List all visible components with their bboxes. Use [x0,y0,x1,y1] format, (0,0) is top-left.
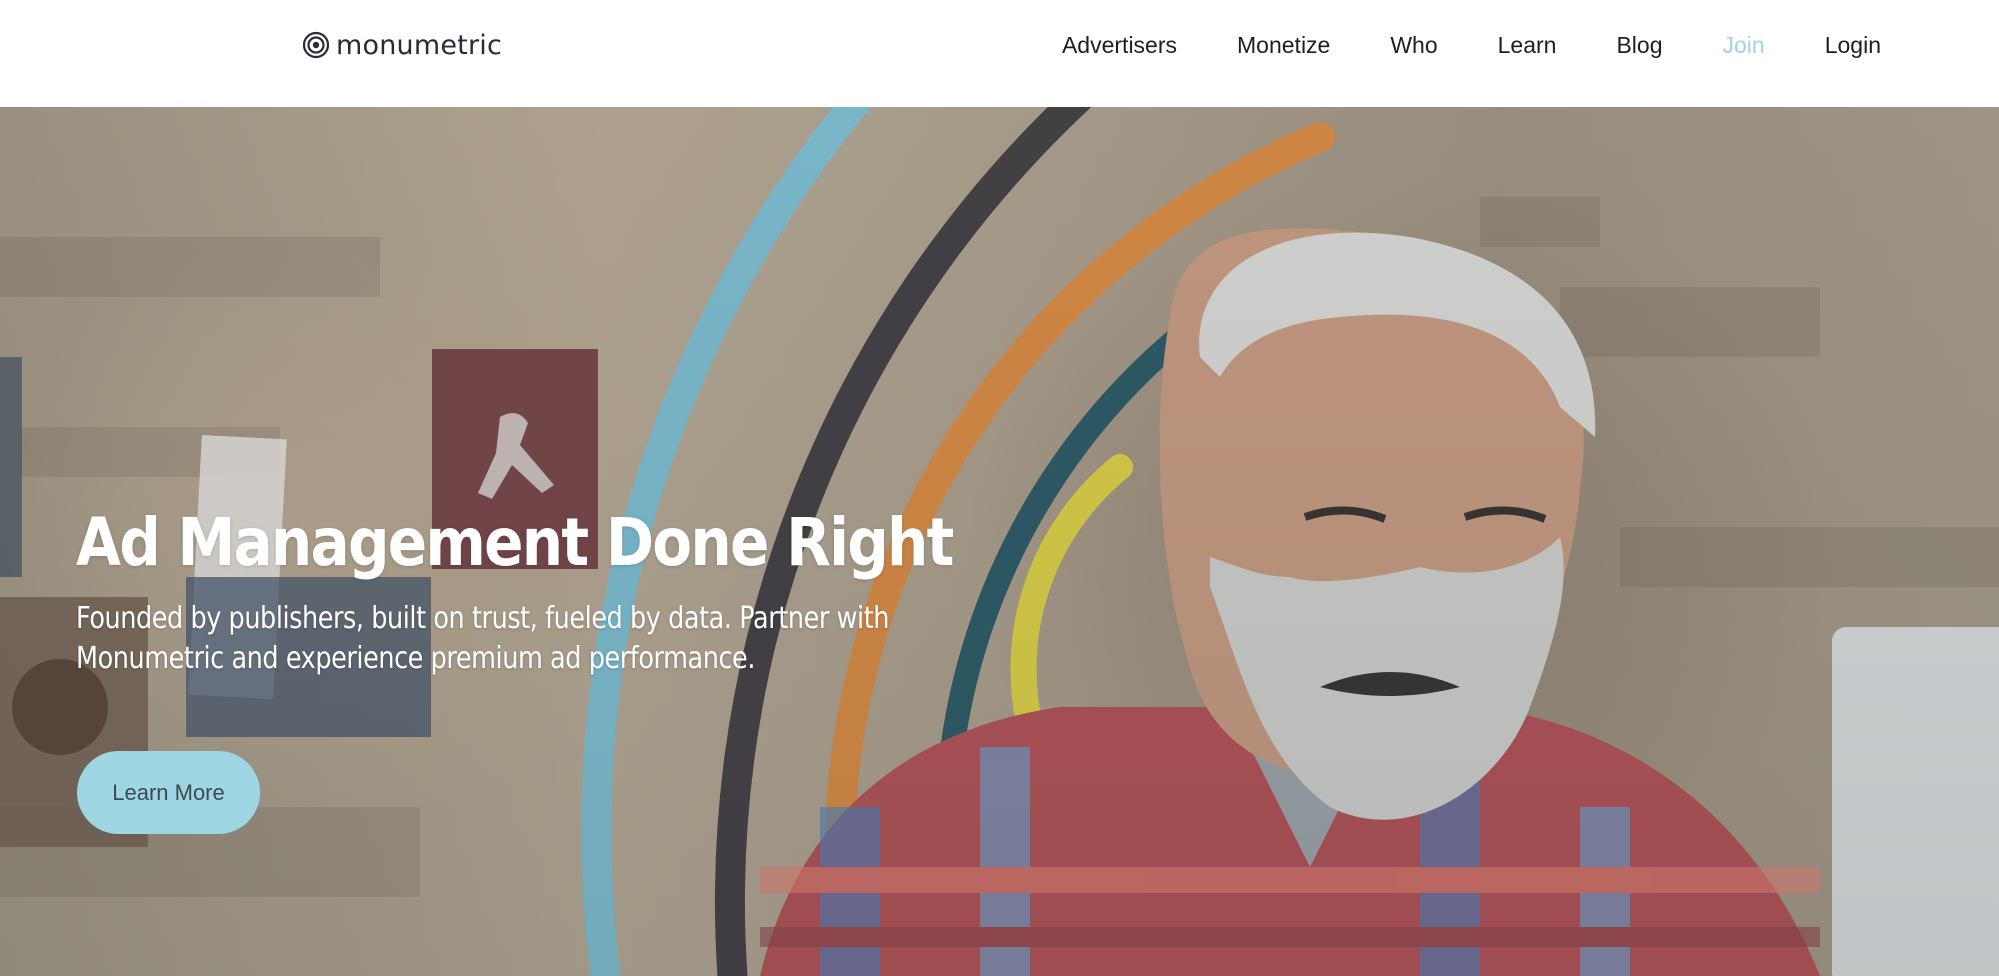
hero-subtitle-line-1: Founded by publishers, built on trust, f… [76,601,890,636]
site-header: monumetric Advertisers Monetize Who Lear… [0,0,1999,107]
logo[interactable]: monumetric [302,28,502,62]
nav-blog[interactable]: Blog [1616,30,1662,60]
learn-more-button[interactable]: Learn More [77,751,260,834]
nav-join[interactable]: Join [1723,30,1765,60]
hero-section: Ad Management Done Right Founded by publ… [0,107,1999,976]
nav-login[interactable]: Login [1825,30,1881,60]
nav-learn[interactable]: Learn [1498,30,1557,60]
nav-monetize[interactable]: Monetize [1237,30,1330,60]
hero-subtitle-line-2: Monumetric and experience premium ad per… [76,641,756,676]
main-nav: Advertisers Monetize Who Learn Blog Join… [1002,30,1881,60]
nav-who[interactable]: Who [1390,30,1437,60]
hero-title: Ad Management Done Right [76,504,954,581]
hero-subtitle: Founded by publishers, built on trust, f… [76,599,926,679]
logo-text: monumetric [336,29,502,61]
concentric-circles-icon [302,31,330,59]
nav-advertisers[interactable]: Advertisers [1062,30,1177,60]
